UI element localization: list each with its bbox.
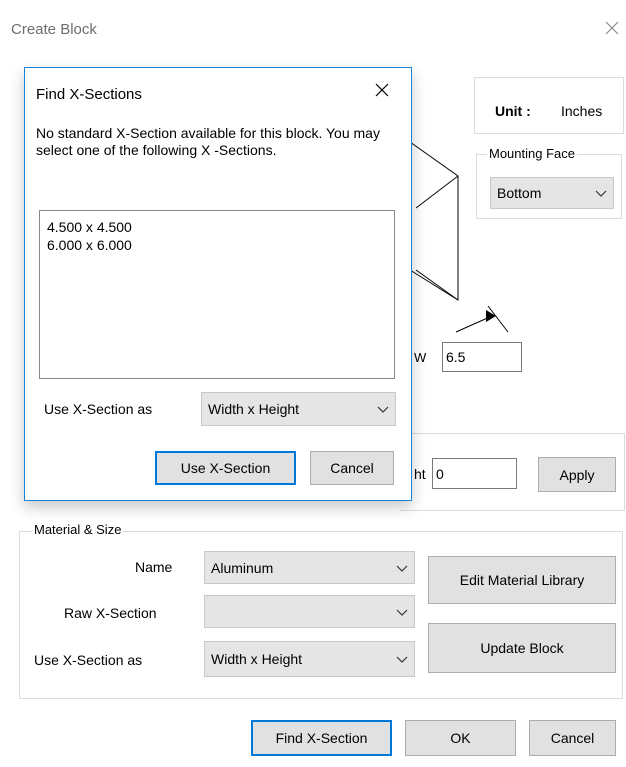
chevron-down-icon (377, 401, 389, 417)
w-input[interactable]: 6.5 (442, 342, 522, 372)
raw-xsection-select[interactable] (204, 595, 415, 628)
update-block-button[interactable]: Update Block (428, 623, 616, 673)
close-icon[interactable] (374, 82, 390, 98)
edit-material-library-button[interactable]: Edit Material Library (428, 556, 616, 604)
popup-title: Find X-Sections (36, 86, 142, 103)
ok-button[interactable]: OK (405, 720, 516, 756)
close-icon[interactable] (604, 20, 620, 36)
popup-use-as-select[interactable]: Width x Height (201, 392, 396, 426)
raw-xsection-label: Raw X-Section (64, 605, 157, 621)
chevron-down-icon (595, 185, 607, 201)
chevron-down-icon (396, 651, 408, 667)
popup-message: No standard X-Section available for this… (36, 125, 380, 158)
xsection-listbox[interactable]: 4.500 x 4.500 6.000 x 6.000 (39, 210, 395, 379)
use-xsection-button[interactable]: Use X-Section (155, 451, 296, 485)
window-title: Create Block (11, 21, 97, 38)
use-xsection-select[interactable]: Width x Height (204, 641, 415, 677)
cancel-button[interactable]: Cancel (529, 720, 616, 756)
name-select[interactable]: Aluminum (204, 551, 415, 584)
w-label: W (414, 350, 427, 365)
find-xsection-button[interactable]: Find X-Section (251, 720, 392, 756)
unit-value: Inches (561, 103, 603, 119)
name-value: Aluminum (211, 559, 274, 576)
popup-use-as-value: Width x Height (208, 401, 300, 417)
use-xsection-value: Width x Height (211, 651, 303, 667)
name-label: Name (135, 559, 173, 575)
popup-cancel-button[interactable]: Cancel (310, 451, 394, 485)
chevron-down-icon (396, 604, 408, 620)
chevron-down-icon (396, 560, 408, 576)
section-frame (400, 433, 625, 511)
list-item[interactable]: 6.000 x 6.000 (47, 237, 132, 253)
find-xsections-popup: Find X-Sections No standard X-Section av… (24, 67, 412, 501)
use-xsection-label: Use X-Section as (34, 652, 143, 668)
list-item[interactable]: 4.500 x 4.500 (47, 219, 132, 235)
material-size-label: Material & Size (32, 522, 124, 537)
popup-use-as-label: Use X-Section as (44, 401, 153, 417)
